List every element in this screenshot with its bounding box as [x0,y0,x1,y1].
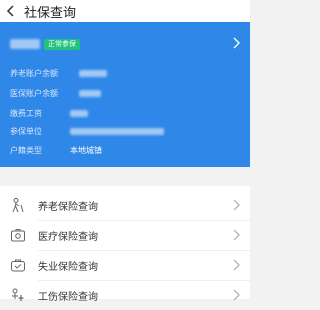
pension-balance-label: 养老账户余额 [10,69,58,78]
top-nav-bar: 社保查询 [0,0,250,22]
masked-contribution-wage [70,110,88,117]
insurance-menu-list: 养老保险查询 医疗保险查询 失业保险查询 工伤保险查询 [0,186,250,303]
menu-item-label: 养老保险查询 [38,201,98,213]
briefcase-icon [11,259,25,272]
masked-employer [70,128,164,135]
back-arrow-icon [6,5,14,17]
masked-pension-balance [79,70,107,77]
menu-item-pension[interactable]: 养老保险查询 [0,190,250,220]
page-title: 社保查询 [24,5,77,21]
menu-item-label: 工伤保险查询 [38,291,98,303]
back-button[interactable] [0,0,22,22]
contribution-wage-label: 缴费工资 [10,109,42,118]
masked-name [10,39,40,49]
menu-item-unemployment[interactable]: 失业保险查询 [0,250,250,280]
masked-medical-balance [79,90,101,97]
chevron-right-icon [233,229,240,241]
employer-label: 参保单位 [10,127,42,136]
chevron-right-icon [233,259,240,271]
household-type-value: 本地城镇 [70,146,102,155]
elderly-person-icon [12,198,24,213]
medical-balance-label: 医保账户余额 [10,89,58,98]
menu-item-work-injury[interactable]: 工伤保险查询 [0,280,250,310]
status-badge: 正常参保 [44,39,80,50]
menu-item-label: 失业保险查询 [38,261,98,273]
medical-kit-icon [11,229,25,242]
household-type-label: 户籍类型 [10,146,42,155]
menu-item-label: 医疗保险查询 [38,231,98,243]
chevron-right-icon [233,37,240,49]
menu-item-medical[interactable]: 医疗保险查询 [0,220,250,250]
chevron-right-icon [233,199,240,211]
chevron-right-icon [233,289,240,301]
injury-icon [12,288,24,301]
insured-person-row[interactable]: 正常参保 [0,22,250,64]
insurance-summary-card: 正常参保 养老账户余额 医保账户余额 缴费工资 参保单位 户籍类型 本地城镇 [0,22,250,167]
